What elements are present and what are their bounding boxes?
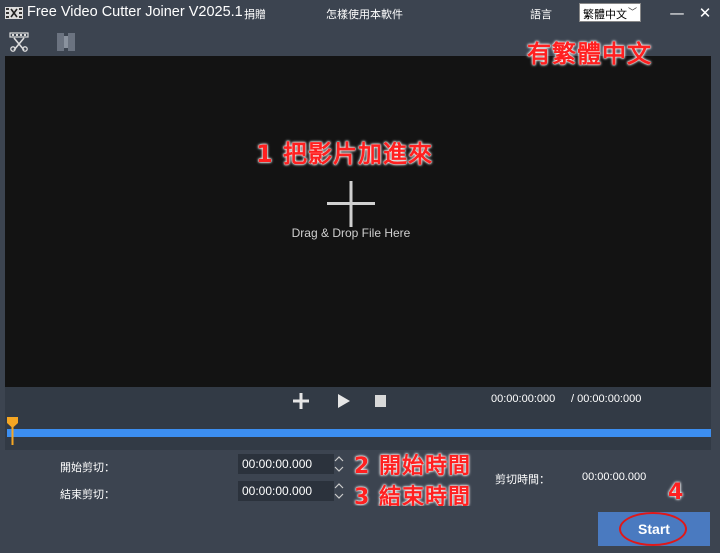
end-time-spinner[interactable] xyxy=(333,481,345,501)
end-cut-label: 結束剪切： xyxy=(60,488,115,501)
drop-hint: Drag & Drop File Here xyxy=(291,226,411,240)
donate-link[interactable]: 捐贈 xyxy=(244,6,266,22)
language-select-value: 繁體中文 xyxy=(583,8,627,21)
timeline-marker-icon[interactable] xyxy=(7,417,18,445)
timeline-bar[interactable] xyxy=(7,429,711,437)
play-icon[interactable] xyxy=(337,393,351,409)
start-highlight-circle xyxy=(619,512,687,546)
step1-annotation: 1 把影片加進來 xyxy=(256,140,434,168)
scissors-film-icon[interactable] xyxy=(9,32,31,52)
start-cut-label: 開始剪切： xyxy=(60,461,115,474)
minimize-button[interactable]: — xyxy=(666,3,688,23)
close-icon: ✕ xyxy=(698,4,712,22)
cut-duration-label: 剪切時間： xyxy=(495,473,550,486)
language-label: 語言 xyxy=(530,8,552,21)
plus-icon[interactable] xyxy=(293,393,309,409)
language-select[interactable]: 繁體中文 ﹀ xyxy=(579,3,641,22)
title-bar: Free Video Cutter Joiner V2025.1 捐贈 怎樣使用… xyxy=(0,0,720,26)
app-logo-icon xyxy=(5,7,23,19)
chevron-down-icon: ﹀ xyxy=(627,8,637,18)
film-join-icon[interactable] xyxy=(56,33,76,51)
end-time-field[interactable]: 00:00:00.000 xyxy=(238,481,334,501)
start-time-spinner[interactable] xyxy=(333,454,345,474)
start-time-field[interactable]: 00:00:00.000 xyxy=(238,454,334,474)
stop-icon[interactable] xyxy=(375,395,386,407)
traditional-chinese-annotation: 有繁體中文 xyxy=(527,40,652,68)
close-button[interactable]: ✕ xyxy=(694,3,716,23)
step4-annotation: 4 xyxy=(668,480,684,505)
current-time: 00:00:00:000 xyxy=(491,393,556,405)
minimize-icon: — xyxy=(669,4,685,22)
add-file-icon[interactable] xyxy=(327,181,375,227)
how-to-use-link[interactable]: 怎樣使用本軟件 xyxy=(326,6,403,22)
cut-duration-value: 00:00:00.000 xyxy=(582,471,647,483)
app-title: Free Video Cutter Joiner V2025.1 xyxy=(27,4,243,20)
total-time: / 00:00:00:000 xyxy=(571,393,642,405)
step2-annotation: 2 開始時間 xyxy=(354,454,471,479)
